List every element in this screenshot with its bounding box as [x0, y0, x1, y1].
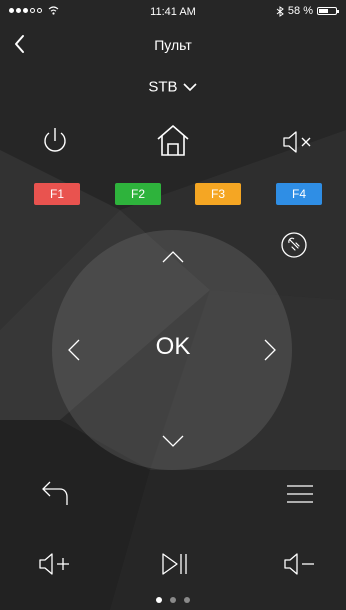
status-bar: 11:41 AM 58 % [0, 0, 346, 24]
ok-button[interactable]: OK [0, 333, 346, 361]
play-pause-icon[interactable] [160, 551, 190, 577]
page-dot[interactable] [184, 597, 190, 603]
status-right-group: 58 % [276, 5, 339, 17]
dpad-down-button[interactable] [160, 433, 186, 449]
battery-percent: 58 % [287, 5, 313, 17]
function-key-f3[interactable]: F3 [195, 183, 241, 205]
bluetooth-icon [276, 5, 284, 17]
volume-up-icon[interactable] [38, 552, 74, 576]
page-dot[interactable] [170, 597, 176, 603]
mute-icon[interactable] [282, 130, 316, 154]
volume-down-icon[interactable] [283, 552, 319, 576]
hamburger-menu-icon[interactable] [285, 482, 315, 506]
battery-icon [317, 7, 339, 15]
return-arrow-icon[interactable] [40, 479, 70, 507]
dpad-up-button[interactable] [160, 249, 186, 265]
device-label: STB [148, 78, 178, 96]
function-key-f4[interactable]: F4 [276, 183, 322, 205]
touch-gesture-icon[interactable] [280, 231, 308, 259]
nav-bar: Пульт [0, 28, 346, 62]
power-icon[interactable] [40, 125, 70, 157]
device-selector[interactable]: STB [0, 78, 346, 96]
function-key-f1[interactable]: F1 [34, 183, 80, 205]
chevron-down-icon [183, 83, 197, 92]
home-icon[interactable] [155, 122, 191, 158]
page-title: Пульт [154, 37, 192, 53]
page-dot[interactable] [156, 597, 162, 603]
function-key-f2[interactable]: F2 [115, 183, 161, 205]
page-indicator [0, 597, 346, 603]
remote-control-screen: 11:41 AM 58 % Пульт STB F1 F2 F3 F4 OK [0, 0, 346, 610]
